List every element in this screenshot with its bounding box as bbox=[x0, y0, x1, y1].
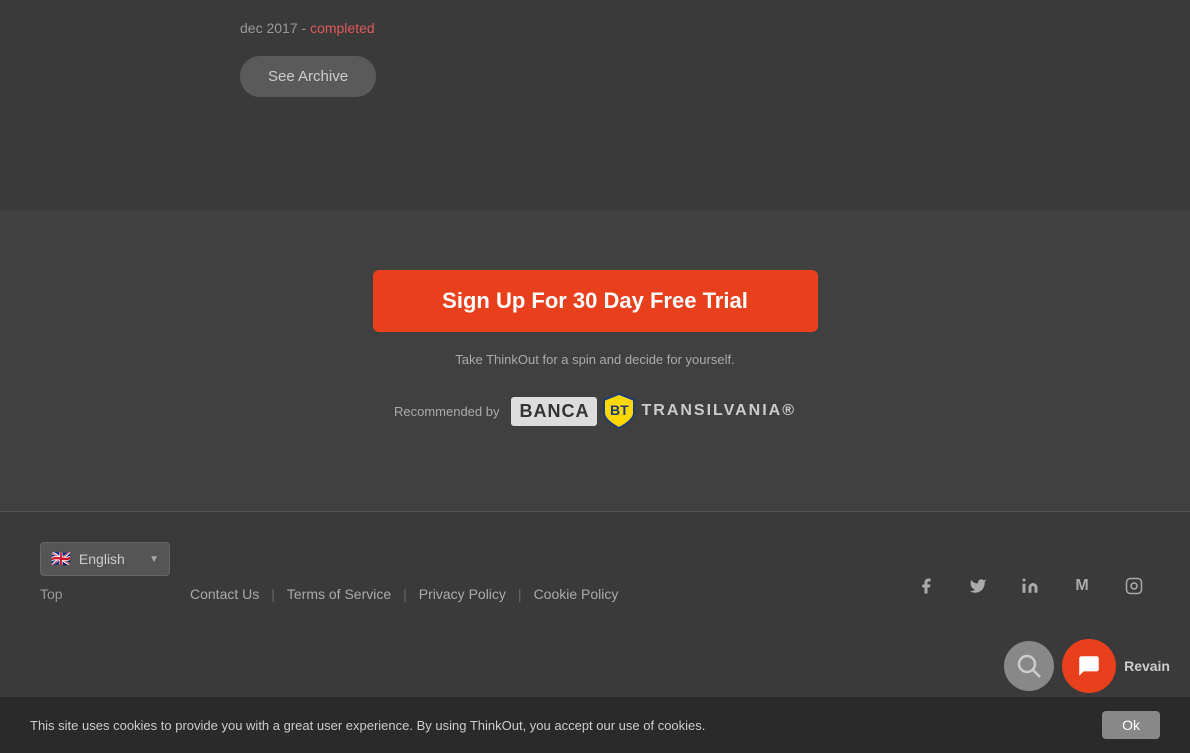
footer-row: 🇬🇧 English ▼ Top Contact Us | Terms of S… bbox=[40, 542, 1150, 602]
banca-logo: BANCA BT TRANSILVANIA® bbox=[511, 391, 796, 431]
top-section: dec 2017 - completed See Archive bbox=[0, 0, 1190, 210]
revain-widget: Revain bbox=[1004, 639, 1170, 693]
date-completed: dec 2017 - completed bbox=[240, 20, 1150, 36]
revain-logo-icon bbox=[1004, 641, 1054, 691]
recommended-row: Recommended by BANCA BT TRANSILVANIA® bbox=[394, 391, 796, 431]
chevron-down-icon: ▼ bbox=[149, 554, 159, 565]
revain-search-icon bbox=[1014, 651, 1044, 681]
tagline-text: Take ThinkOut for a spin and decide for … bbox=[455, 352, 734, 367]
transilvania-name: TRANSILVANIA® bbox=[641, 402, 796, 420]
footer-link-terms[interactable]: Terms of Service bbox=[275, 586, 403, 602]
flag-icon: 🇬🇧 bbox=[51, 549, 71, 569]
facebook-icon[interactable] bbox=[910, 570, 942, 602]
cookie-banner: This site uses cookies to provide you wi… bbox=[0, 697, 1190, 753]
social-icons: M bbox=[910, 570, 1150, 602]
twitter-icon[interactable] bbox=[962, 570, 994, 602]
medium-icon[interactable]: M bbox=[1066, 570, 1098, 602]
signup-button[interactable]: Sign Up For 30 Day Free Trial bbox=[373, 270, 818, 332]
cookie-message: This site uses cookies to provide you wi… bbox=[30, 718, 1082, 733]
completed-badge: completed bbox=[310, 20, 375, 36]
footer-link-contact[interactable]: Contact Us bbox=[190, 586, 271, 602]
footer-left: 🇬🇧 English ▼ Top bbox=[40, 542, 170, 602]
cookie-ok-button[interactable]: Ok bbox=[1102, 711, 1160, 739]
banca-name: BANCA bbox=[511, 397, 597, 426]
lang-label: English bbox=[79, 551, 125, 567]
language-selector[interactable]: 🇬🇧 English ▼ bbox=[40, 542, 170, 576]
linkedin-icon[interactable] bbox=[1014, 570, 1046, 602]
date-text: dec 2017 - bbox=[240, 20, 310, 36]
svg-text:BT: BT bbox=[610, 402, 629, 418]
recommended-by-label: Recommended by bbox=[394, 404, 500, 419]
footer-section: 🇬🇧 English ▼ Top Contact Us | Terms of S… bbox=[0, 512, 1190, 632]
footer-link-privacy[interactable]: Privacy Policy bbox=[407, 586, 518, 602]
bt-shield-icon: BT bbox=[601, 391, 637, 431]
footer-links-container: Contact Us | Terms of Service | Privacy … bbox=[170, 572, 910, 602]
footer-links: Contact Us | Terms of Service | Privacy … bbox=[190, 586, 910, 602]
see-archive-button[interactable]: See Archive bbox=[240, 56, 376, 97]
footer-link-cookie[interactable]: Cookie Policy bbox=[522, 586, 631, 602]
revain-label: Revain bbox=[1124, 658, 1170, 674]
top-link[interactable]: Top bbox=[40, 586, 170, 602]
middle-section: Sign Up For 30 Day Free Trial Take Think… bbox=[0, 210, 1190, 511]
instagram-icon[interactable] bbox=[1118, 570, 1150, 602]
revain-chat-button[interactable] bbox=[1062, 639, 1116, 693]
